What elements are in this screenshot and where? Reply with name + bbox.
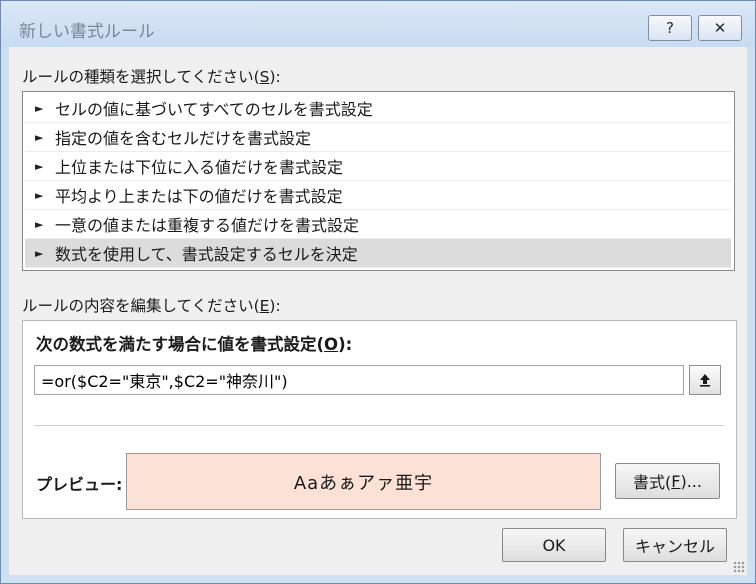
- rule-type-item[interactable]: ► 上位または下位に入る値だけを書式設定: [25, 152, 731, 181]
- rule-type-item[interactable]: ► 平均より上または下の値だけを書式設定: [25, 181, 731, 210]
- rule-type-item-label: 数式を使用して、書式設定するセルを決定: [55, 245, 358, 264]
- format-button[interactable]: 書式(F)...: [615, 463, 720, 499]
- rule-type-label-suffix: ):: [269, 68, 281, 86]
- help-icon: ?: [666, 19, 674, 37]
- arrow-icon: ►: [35, 246, 44, 260]
- rule-edit-panel: 次の数式を満たす場合に値を書式設定(O): プレビュー: Aaあぁアァ亜宇 書式…: [22, 320, 737, 519]
- rule-edit-label: ルールの内容を編集してください(E):: [22, 294, 281, 316]
- arrow-icon: ►: [35, 159, 44, 173]
- formula-label-suffix: ):: [338, 335, 353, 354]
- collapse-dialog-button[interactable]: [689, 365, 721, 395]
- arrow-icon: ►: [35, 130, 44, 144]
- rule-type-item-label: 指定の値を含むセルだけを書式設定: [55, 129, 312, 148]
- rule-type-item-selected[interactable]: ► 数式を使用して、書式設定するセルを決定: [25, 239, 731, 268]
- rule-type-label: ルールの種類を選択してください(S):: [22, 65, 281, 87]
- rule-type-item-label: セルの値に基づいてすべてのセルを書式設定: [55, 100, 373, 119]
- title-bar: 新しい書式ルール ? ✕: [1, 1, 755, 47]
- rule-type-item[interactable]: ► セルの値に基づいてすべてのセルを書式設定: [25, 94, 731, 123]
- rule-type-item[interactable]: ► 指定の値を含むセルだけを書式設定: [25, 123, 731, 152]
- rule-type-item[interactable]: ► 一意の値または重複する値だけを書式設定: [25, 210, 731, 239]
- formula-label: 次の数式を満たす場合に値を書式設定(O):: [36, 331, 352, 355]
- formula-label-text: 次の数式を満たす場合に値を書式設定(: [36, 335, 325, 354]
- help-button[interactable]: ?: [648, 15, 692, 41]
- ok-button[interactable]: OK: [502, 528, 606, 562]
- formula-input[interactable]: [34, 365, 684, 395]
- rule-edit-label-text: ルールの内容を編集してください(: [22, 297, 260, 315]
- rule-type-list[interactable]: ► セルの値に基づいてすべてのセルを書式設定 ► 指定の値を含むセルだけを書式設…: [22, 91, 735, 271]
- cancel-button[interactable]: キャンセル: [623, 528, 727, 562]
- close-icon: ✕: [713, 19, 727, 37]
- rule-type-item-label: 一意の値または重複する値だけを書式設定: [55, 216, 360, 235]
- new-formatting-rule-dialog: 新しい書式ルール ? ✕ ルールの種類を選択してください(S): ► セルの値に…: [0, 0, 756, 584]
- dialog-title: 新しい書式ルール: [19, 22, 155, 42]
- rule-type-item-label: 上位または下位に入る値だけを書式設定: [55, 158, 344, 177]
- rule-type-label-text: ルールの種類を選択してください(: [22, 68, 260, 86]
- format-button-text: 書式(: [633, 473, 672, 492]
- close-button[interactable]: ✕: [698, 15, 742, 41]
- preview-label: プレビュー:: [36, 475, 123, 494]
- format-button-key: F: [671, 471, 681, 491]
- rule-edit-label-suffix: ):: [269, 297, 281, 315]
- divider: [34, 425, 724, 426]
- collapse-arrow-icon: [700, 374, 710, 387]
- resize-grip-icon[interactable]: [733, 561, 745, 573]
- formula-label-key: O: [324, 335, 339, 354]
- rule-edit-label-key: E: [259, 297, 270, 315]
- dialog-body: ルールの種類を選択してください(S): ► セルの値に基づいてすべてのセルを書式…: [9, 47, 747, 575]
- format-button-suffix: )...: [680, 471, 702, 491]
- arrow-icon: ►: [35, 217, 44, 231]
- arrow-icon: ►: [35, 188, 44, 202]
- rule-type-item-label: 平均より上または下の値だけを書式設定: [55, 187, 343, 206]
- arrow-icon: ►: [35, 101, 44, 115]
- preview-box: Aaあぁアァ亜宇: [126, 453, 601, 510]
- rule-type-label-key: S: [259, 68, 270, 86]
